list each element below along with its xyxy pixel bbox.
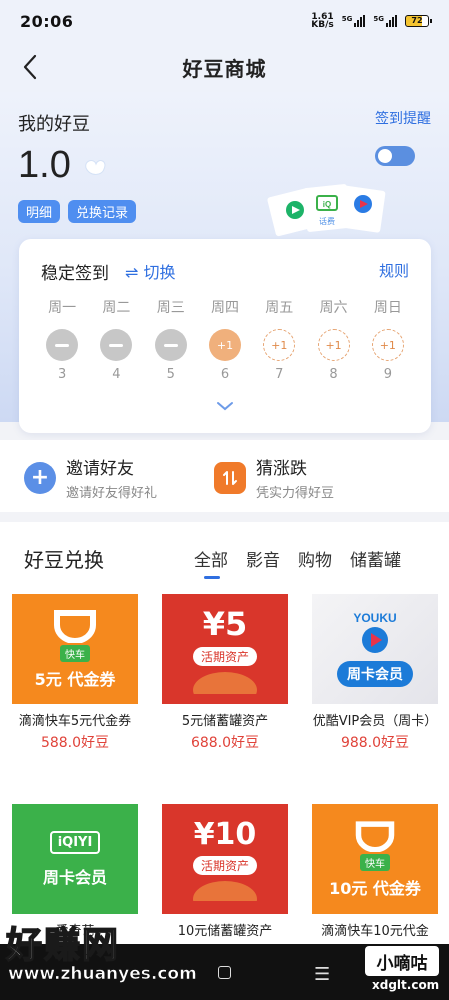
invite-friends-entry[interactable]: + 邀请好友 邀请好友得好礼 bbox=[24, 454, 157, 501]
tab-piggybank[interactable]: 储蓄罐 bbox=[350, 546, 401, 571]
watermark-domain: xdglt.com bbox=[372, 978, 440, 992]
product-price: 688.0好豆 bbox=[190, 735, 260, 751]
product-name: 5元储蓄罐资产 bbox=[181, 714, 269, 729]
checkin-day: 周五 +1 7 bbox=[263, 300, 296, 382]
section-title: 好豆兑换 bbox=[24, 548, 104, 572]
checkin-day: 周六 +1 8 bbox=[317, 300, 350, 382]
chevron-left-icon bbox=[23, 54, 37, 80]
today-reward[interactable]: +1 bbox=[208, 329, 241, 361]
quick-actions: + 邀请好友 邀请好友得好礼 猜涨跌 凭实力得好豆 bbox=[0, 440, 449, 512]
didi-logo-icon bbox=[54, 609, 96, 643]
checkin-day: 周三 5 bbox=[154, 300, 187, 382]
watermark: 好赚网 www.zhuanyes.com bbox=[5, 924, 197, 984]
tab-video[interactable]: 影音 bbox=[246, 546, 280, 571]
battery-icon: 72 bbox=[405, 15, 432, 27]
plus-icon: + bbox=[24, 461, 56, 494]
future-reward: +1 bbox=[317, 329, 350, 361]
chevron-down-icon[interactable] bbox=[215, 399, 235, 413]
checkin-week: 周一 3 周二 4 周三 5 周四 +1 6 周五 +1 7 周六 +1 8 周… bbox=[19, 297, 431, 382]
product-image: 快车 5元 代金券 bbox=[12, 594, 138, 704]
page-title: 好豆商城 bbox=[182, 56, 267, 81]
checkin-day: 周一 3 bbox=[46, 300, 79, 382]
watermark-badge: 小嘀咕 bbox=[365, 946, 439, 976]
switch-button[interactable]: ⇌ 切换 bbox=[125, 259, 176, 283]
vip-tickets-illustration: iQ 话费 bbox=[267, 184, 386, 237]
my-beans-title: 我的好豆 bbox=[18, 114, 90, 135]
checkin-title: 稳定签到 bbox=[41, 264, 109, 284]
checkin-day-today: 周四 +1 6 bbox=[208, 300, 241, 382]
youku-logo: YOUKU bbox=[353, 611, 397, 625]
category-tabs: 全部 影音 购物 储蓄罐 bbox=[194, 546, 401, 579]
product-card[interactable]: YOUKU 周卡会员 优酷VIP会员（周卡） 988.0好豆 bbox=[312, 594, 438, 752]
product-image: 快车 10元 代金券 bbox=[312, 804, 438, 914]
product-price: 588.0好豆 bbox=[40, 735, 110, 751]
rules-link[interactable]: 规则 bbox=[379, 260, 409, 281]
updown-arrows-icon bbox=[214, 461, 246, 494]
product-name: 滴滴快车5元代金券 bbox=[18, 714, 132, 729]
product-card[interactable]: 快车 10元 代金券 滴滴快车10元代金 bbox=[312, 804, 438, 941]
tab-shopping[interactable]: 购物 bbox=[298, 546, 332, 571]
nav-bar: 好豆商城 bbox=[0, 42, 449, 92]
didi-logo-icon bbox=[355, 820, 395, 852]
detail-button[interactable]: 明细 bbox=[18, 200, 61, 223]
checkin-reminder-label: 签到提醒 bbox=[375, 111, 431, 127]
piggy-bank-icon bbox=[193, 671, 257, 694]
iqiyi-logo: iQIYI bbox=[49, 830, 101, 854]
bean-icon bbox=[85, 160, 106, 175]
checked-icon bbox=[46, 329, 79, 361]
future-reward: +1 bbox=[263, 329, 296, 361]
tab-all[interactable]: 全部 bbox=[194, 546, 228, 579]
back-button[interactable] bbox=[14, 50, 46, 84]
checked-icon bbox=[154, 329, 187, 361]
home-button[interactable] bbox=[218, 966, 231, 979]
checkin-day: 周二 4 bbox=[100, 300, 133, 382]
net-speed: 1.61 KB/s bbox=[311, 12, 334, 30]
product-image: iQIYI 周卡会员 bbox=[12, 804, 138, 914]
checked-icon bbox=[100, 329, 133, 361]
exchange-records-button[interactable]: 兑换记录 bbox=[68, 200, 137, 223]
svg-text:话费: 话费 bbox=[319, 216, 335, 226]
clock: 20:06 bbox=[20, 11, 74, 31]
play-icon bbox=[362, 627, 388, 653]
guess-updown-entry[interactable]: 猜涨跌 凭实力得好豆 bbox=[214, 454, 334, 501]
product-image: YOUKU 周卡会员 bbox=[312, 594, 438, 704]
bean-balance: 1.0 bbox=[18, 144, 71, 186]
product-image: ¥10 活期资产 bbox=[162, 804, 288, 914]
checkin-day: 周日 +1 9 bbox=[371, 300, 404, 382]
product-card[interactable]: ¥5 活期资产 5元储蓄罐资产 688.0好豆 bbox=[162, 594, 288, 752]
product-card[interactable]: 快车 5元 代金券 滴滴快车5元代金券 588.0好豆 bbox=[12, 594, 138, 752]
product-name: 滴滴快车10元代金 bbox=[321, 924, 429, 939]
status-bar: 20:06 1.61 KB/s 5G 5G 72 bbox=[0, 0, 449, 42]
future-reward: +1 bbox=[371, 329, 404, 361]
product-image: ¥5 活期资产 bbox=[162, 594, 288, 704]
piggy-bank-icon bbox=[193, 881, 257, 901]
product-price: 988.0好豆 bbox=[340, 735, 410, 751]
product-name: 优酷VIP会员（周卡） bbox=[312, 714, 438, 729]
svg-text:iQ: iQ bbox=[323, 200, 331, 209]
checkin-card: 稳定签到 ⇌ 切换 规则 周一 3 周二 4 周三 5 周四 +1 6 周五 +… bbox=[19, 239, 431, 433]
reminder-toggle[interactable] bbox=[375, 146, 415, 166]
signal-icon: 5G bbox=[342, 15, 366, 27]
signal-icon-2: 5G bbox=[373, 15, 397, 27]
menu-icon[interactable]: ☰ bbox=[314, 964, 330, 985]
